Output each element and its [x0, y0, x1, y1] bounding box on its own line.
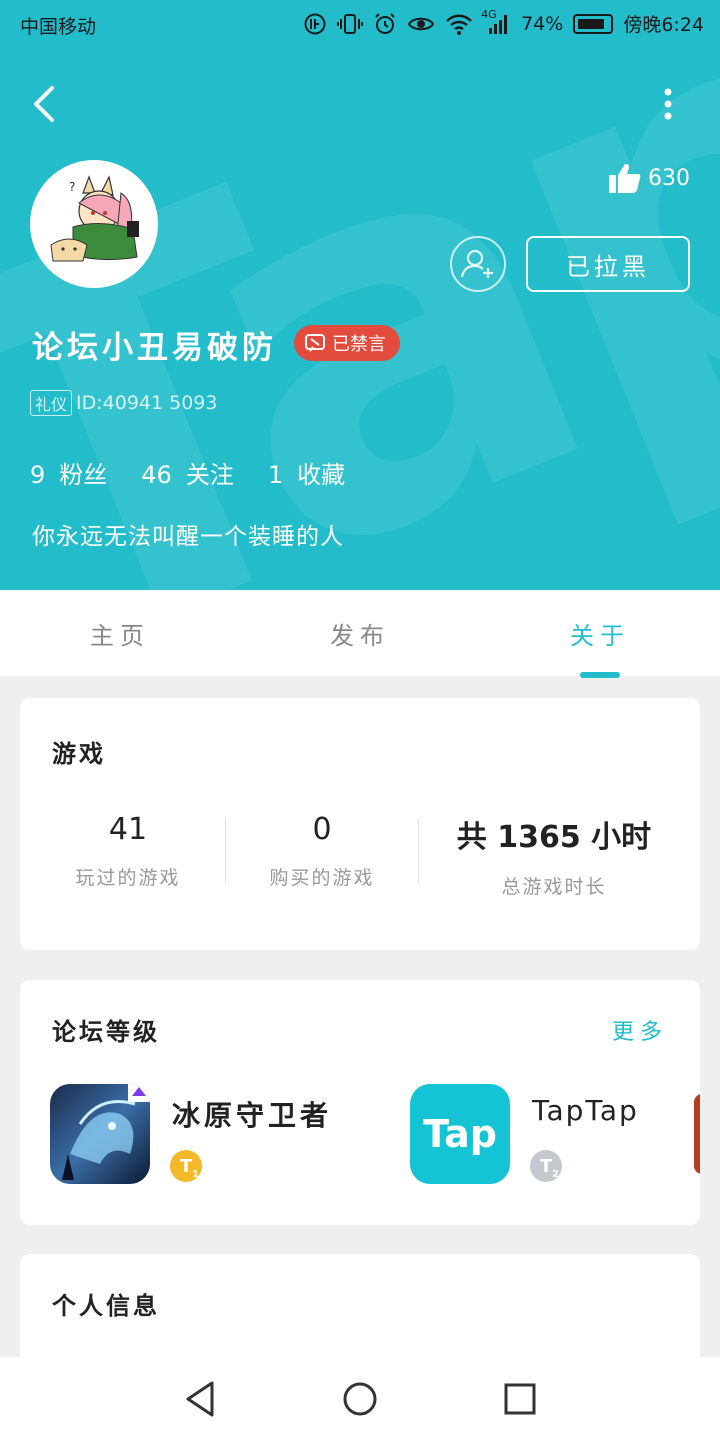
total-playtime-label: 总游戏时长	[501, 876, 607, 898]
more-icon	[664, 88, 672, 120]
muted-badge-label: 已禁言	[332, 334, 386, 355]
alarm-icon	[373, 12, 397, 36]
games-purchased-value: 0	[312, 812, 332, 847]
total-playtime-value: 共 1365 小时	[456, 820, 652, 855]
games-card: 游戏 41 玩过的游戏 0 购买的游戏 共 1365 小时 总游戏时长	[20, 698, 700, 950]
games-played-label: 玩过的游戏	[75, 867, 181, 889]
games-card-title: 游戏	[52, 740, 106, 768]
level-badge-letter: T	[539, 1155, 553, 1177]
profile-header: Tap 中国移动 4G 74% 傍晚6:24 ? 630 已拉黑 论坛小丑易破防…	[0, 0, 720, 590]
status-icons: 4G 74% 傍晚6:24	[303, 8, 704, 37]
games-played-value: 41	[108, 812, 148, 847]
divider	[418, 818, 419, 884]
level-badge: T 2	[530, 1150, 562, 1182]
games-purchased[interactable]: 0 购买的游戏	[242, 812, 402, 890]
stat-following[interactable]: 46 关注	[141, 455, 234, 490]
watermark-logo: Tap	[0, 0, 720, 590]
total-playtime[interactable]: 共 1365 小时 总游戏时长	[436, 812, 672, 899]
username: 论坛小丑易破防	[32, 330, 277, 366]
forum-level-more-link[interactable]: 更多	[612, 1014, 668, 1046]
personal-info-title: 个人信息	[52, 1292, 160, 1320]
add-user-icon	[460, 249, 493, 278]
back-icon	[34, 86, 54, 122]
user-bio: 你永远无法叫醒一个装睡的人	[32, 524, 344, 550]
profile-tabs: 主页 发布 关于	[0, 590, 720, 676]
follow-button[interactable]	[450, 236, 506, 292]
vibrate-icon	[337, 12, 364, 36]
user-id-row: 礼仪 ID:40941 5093	[30, 390, 218, 416]
carrier-label: 中国移动	[20, 16, 97, 38]
nav-recents-icon	[504, 1383, 536, 1415]
battery-icon	[573, 13, 614, 34]
svg-text:?: ?	[69, 180, 75, 194]
tab-active-indicator	[580, 672, 620, 678]
eye-comfort-icon	[407, 12, 435, 36]
muted-badge: 已禁言	[294, 325, 400, 361]
forum-game-icon	[50, 1084, 150, 1184]
avatar[interactable]: ?	[30, 160, 158, 288]
hd-icon	[303, 12, 327, 36]
blocked-button[interactable]: 已拉黑	[526, 236, 690, 292]
level-badge-letter: T	[179, 1155, 193, 1177]
wifi-icon	[445, 12, 473, 36]
level-badge: T 1	[170, 1150, 202, 1182]
network-type-label: 4G	[481, 7, 497, 21]
stat-label: 关注	[185, 461, 234, 489]
games-played[interactable]: 41 玩过的游戏	[48, 812, 208, 890]
thumbs-up-icon	[609, 163, 641, 193]
clock: 傍晚6:24	[623, 14, 704, 36]
stat-value: 9	[30, 461, 46, 489]
status-bar: 中国移动 4G 74% 傍晚6:24	[0, 0, 720, 48]
taptap-logo: Tap	[410, 1084, 510, 1184]
stat-label: 粉丝	[59, 461, 108, 489]
level-number: 2	[552, 1169, 559, 1180]
system-nav-bar	[0, 1357, 720, 1440]
tab-posts[interactable]: 发布	[240, 590, 480, 676]
nav-back-icon	[186, 1381, 214, 1417]
level-number: 1	[192, 1169, 199, 1180]
user-id: ID:40941 5093	[76, 392, 218, 414]
more-options-button[interactable]	[656, 82, 680, 126]
forum-item-partial[interactable]	[694, 1094, 700, 1174]
stat-favorites[interactable]: 1 收藏	[268, 455, 345, 490]
stat-value: 1	[267, 461, 284, 489]
stat-value: 46	[141, 461, 172, 489]
stat-fans[interactable]: 9 粉丝	[30, 455, 107, 490]
nav-home-icon	[343, 1382, 377, 1416]
taptap-logo-text: Tap	[423, 1112, 497, 1156]
profile-stats: 9 粉丝 46 关注 1 收藏	[30, 455, 345, 490]
muted-icon	[305, 334, 325, 352]
stat-label: 收藏	[297, 461, 346, 489]
nav-recents-button[interactable]	[496, 1375, 544, 1423]
nav-home-button[interactable]	[336, 1375, 384, 1423]
battery-percent: 74%	[521, 12, 564, 35]
nav-back-button[interactable]	[176, 1375, 224, 1423]
tab-about[interactable]: 关于	[480, 590, 720, 676]
role-tag: 礼仪	[30, 390, 73, 416]
forum-level-card: 论坛等级 更多 冰原守卫者 T 1 Tap TapTap T 2	[20, 980, 700, 1225]
likes-counter[interactable]: 630	[608, 162, 690, 194]
likes-count: 630	[648, 165, 690, 191]
forum-item[interactable]: Tap TapTap	[410, 1084, 639, 1184]
tab-home[interactable]: 主页	[0, 590, 240, 676]
forum-level-title: 论坛等级	[52, 1018, 160, 1046]
signal-icon: 4G	[481, 8, 511, 36]
games-purchased-label: 购买的游戏	[269, 867, 375, 889]
back-button[interactable]	[26, 82, 66, 126]
divider	[225, 818, 226, 884]
